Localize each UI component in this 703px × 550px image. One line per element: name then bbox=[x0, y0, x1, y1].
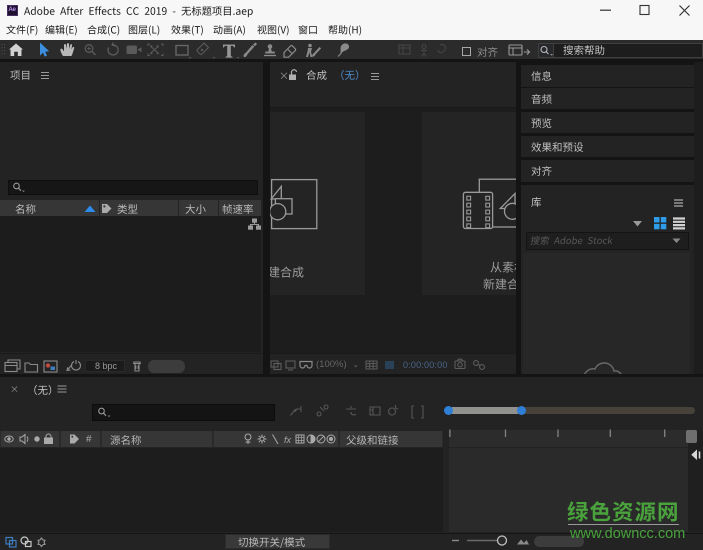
svg-text:fx: fx bbox=[284, 435, 292, 445]
